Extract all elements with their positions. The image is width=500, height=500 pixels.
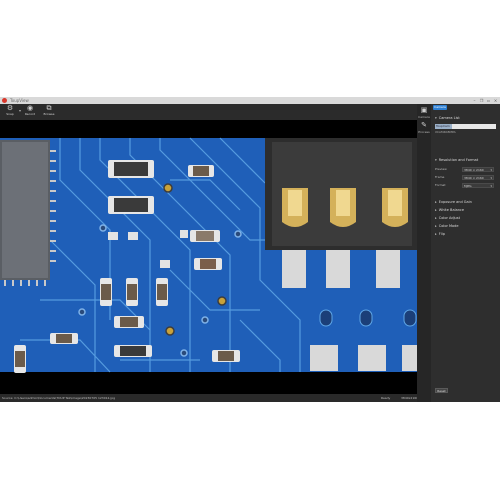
browse-icon: ⧉ <box>46 104 52 112</box>
snap-label: Snap <box>6 112 14 116</box>
section-color-mode[interactable]: ▸ Color Mode <box>435 224 459 229</box>
chevron-down-icon: ▾ <box>435 116 437 120</box>
side-rail: ▣ Camera ✎ Process <box>417 104 431 402</box>
pcb-image <box>0 120 417 394</box>
chevron-down-icon[interactable]: ▾ <box>19 108 21 113</box>
window-title: ToupView <box>10 98 29 103</box>
gear-icon: ⚙ <box>6 104 14 112</box>
reset-button[interactable]: Reset <box>435 388 448 393</box>
image-viewer[interactable] <box>0 120 417 394</box>
record-button[interactable]: ◉ Record <box>22 105 38 120</box>
preview-label: Preview <box>435 167 447 171</box>
frame-select[interactable]: 3840 × 2160 ▾ <box>462 175 494 180</box>
camera-icon: ▣ <box>420 106 428 114</box>
rail-process-label: Process <box>418 130 430 134</box>
camera-list-header[interactable]: ▾ Camera List <box>435 116 460 121</box>
resolution-title: Resolution and Format <box>438 158 479 162</box>
chevron-down-icon: ▾ <box>490 176 492 180</box>
status-mode: Ready <box>381 396 391 400</box>
browse-label: Browse <box>43 112 55 116</box>
minimize-icon[interactable]: – <box>472 98 477 103</box>
rail-process-button[interactable]: ✎ Process <box>418 121 430 134</box>
section-color-adjust[interactable]: ▸ Color Adjust <box>435 216 460 221</box>
preview-value: 3840 × 2160 <box>464 168 484 172</box>
browse-button[interactable]: ⧉ Browse <box>41 105 57 120</box>
camera-model: XCAM4K8MPA <box>435 130 456 134</box>
preview-select[interactable]: 3840 × 2160 ▾ <box>462 167 494 172</box>
format-value: MJPG <box>464 184 472 188</box>
maximize-icon[interactable]: ▫ <box>486 98 491 103</box>
status-resolution: 3840x2160 <box>401 396 419 400</box>
status-path: Source: C:\Users\admin\Documents\TOUP Te… <box>2 396 116 400</box>
section-white-balance-label: White Balance <box>438 208 465 212</box>
rail-camera-label: Camera <box>418 115 430 119</box>
chevron-right-icon: ▸ <box>435 200 437 204</box>
status-bar: Source: C:\Users\admin\Documents\TOUP Te… <box>0 394 438 402</box>
close-icon[interactable]: × <box>493 98 498 103</box>
frame-value: 3840 × 2160 <box>464 176 484 180</box>
camera-panel: Camera ▾ Camera List ToupCam XCAM4K8MPA ▾… <box>431 104 500 402</box>
tab-camera[interactable]: Camera <box>433 105 447 110</box>
record-label: Record <box>24 112 36 116</box>
app-logo-icon <box>2 98 7 103</box>
section-color-mode-label: Color Mode <box>438 224 459 228</box>
section-exposure[interactable]: ▸ Exposure and Gain <box>435 200 472 205</box>
camera-list[interactable]: ToupCam <box>435 124 496 129</box>
app-window: ToupView – ❐ ▫ × ⚙ Snap ▾ ◉ Record ⧉ Bro… <box>0 97 500 402</box>
format-select[interactable]: MJPG ▾ <box>462 183 494 188</box>
frame-label: Frame <box>435 175 445 179</box>
chevron-down-icon: ▾ <box>490 184 492 188</box>
chevron-right-icon: ▸ <box>435 208 437 212</box>
camera-list-title: Camera List <box>438 116 460 120</box>
restore-icon[interactable]: ❐ <box>479 98 484 103</box>
format-label: Format <box>435 183 446 187</box>
resolution-header[interactable]: ▾ Resolution and Format <box>435 158 478 163</box>
window-controls: – ❐ ▫ × <box>472 97 498 104</box>
chevron-down-icon: ▾ <box>435 158 437 162</box>
record-icon: ◉ <box>26 104 34 112</box>
chevron-down-icon: ▾ <box>490 168 492 172</box>
process-icon: ✎ <box>421 121 427 129</box>
section-white-balance[interactable]: ▸ White Balance <box>435 208 464 213</box>
snap-button[interactable]: ⚙ Snap ▾ <box>2 104 21 120</box>
chevron-right-icon: ▸ <box>435 224 437 228</box>
rail-camera-button[interactable]: ▣ Camera <box>418 106 430 119</box>
title-bar: ToupView – ❐ ▫ × <box>0 97 500 104</box>
chevron-right-icon: ▸ <box>435 232 437 236</box>
section-exposure-label: Exposure and Gain <box>438 200 472 204</box>
section-flip[interactable]: ▸ Flip <box>435 232 445 237</box>
toolbar: ⚙ Snap ▾ ◉ Record ⧉ Browse <box>0 104 417 120</box>
camera-list-item[interactable]: ToupCam <box>435 124 452 129</box>
section-color-adjust-label: Color Adjust <box>438 216 460 220</box>
section-flip-label: Flip <box>438 232 445 236</box>
chevron-right-icon: ▸ <box>435 216 437 220</box>
